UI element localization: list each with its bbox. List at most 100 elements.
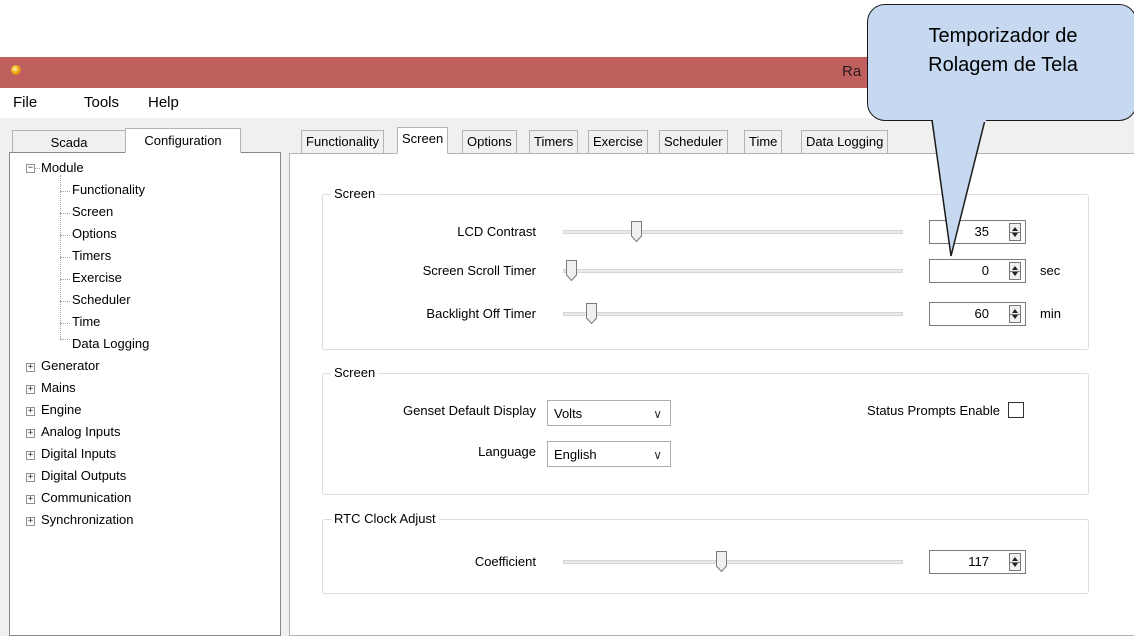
backlight-timer-label: Backlight Off Timer [426,306,536,321]
callout-joint [933,116,986,122]
tree-connector [60,257,70,258]
genset-display-label: Genset Default Display [403,403,536,418]
up-arrow-icon[interactable] [1012,266,1018,270]
scroll-timer-label: Screen Scroll Timer [422,263,536,278]
tree-item-data-logging[interactable]: Data Logging [72,336,149,351]
tree-item-analog-inputs[interactable]: Analog Inputs [41,424,121,439]
language-value: English [554,447,597,462]
menu-file[interactable]: File [13,94,37,111]
tab-scada[interactable]: Scada [12,130,126,153]
tree-item-module[interactable]: Module [41,160,84,175]
screen-tab-panel: Screen LCD Contrast 35 Screen Scroll Tim… [289,153,1134,636]
expand-icon[interactable]: + [26,363,35,372]
app-icon [11,65,21,75]
config-tree: − Module Functionality Screen Options Ti… [9,152,281,636]
tree-item-communication[interactable]: Communication [41,490,131,505]
expand-icon[interactable]: + [26,473,35,482]
down-arrow-icon[interactable] [1012,315,1018,319]
tree-item-timers[interactable]: Timers [72,248,111,263]
tree-connector [60,213,70,214]
scroll-timer-unit: sec [1040,263,1061,278]
backlight-timer-spinner[interactable]: 60 [929,302,1026,326]
tree-item-time[interactable]: Time [72,314,100,329]
spinner-buttons[interactable] [1009,262,1021,280]
lcd-contrast-slider[interactable] [631,221,643,242]
screen-display-groupbox: Screen [322,365,1089,495]
tree-connector [60,339,70,340]
group-title: RTC Clock Adjust [331,511,439,526]
chevron-down-icon: ∨ [653,448,662,462]
scroll-timer-track [563,269,903,273]
expand-icon[interactable]: + [26,385,35,394]
down-arrow-icon[interactable] [1012,233,1018,237]
expand-icon[interactable]: + [26,495,35,504]
chevron-down-icon: ∨ [653,407,662,421]
tab-functionality[interactable]: Functionality [301,130,384,154]
spinner-buttons[interactable] [1009,223,1021,241]
down-arrow-icon[interactable] [1012,563,1018,567]
tree-item-scheduler[interactable]: Scheduler [72,292,131,307]
lcd-contrast-label: LCD Contrast [457,224,536,239]
tree-item-digital-outputs[interactable]: Digital Outputs [41,468,126,483]
tree-item-screen[interactable]: Screen [72,204,113,219]
tree-item-functionality[interactable]: Functionality [72,182,145,197]
group-title: Screen [331,186,379,201]
spinner-buttons[interactable] [1009,305,1021,323]
callout-line-1: Temporizador de [928,25,1078,47]
expand-icon[interactable]: + [26,517,35,526]
backlight-timer-slider[interactable] [585,303,597,324]
up-arrow-icon[interactable] [1012,227,1018,231]
up-arrow-icon[interactable] [1012,309,1018,313]
tab-screen[interactable]: Screen [397,127,449,154]
scroll-timer-spinner[interactable]: 0 [929,259,1026,283]
tab-options[interactable]: Options [462,130,517,154]
menu-tools[interactable]: Tools [84,94,119,111]
coefficient-slider[interactable] [715,551,727,572]
tab-exercise[interactable]: Exercise [588,130,648,154]
status-prompts-label: Status Prompts Enable [867,403,1000,418]
tree-item-engine[interactable]: Engine [41,402,81,417]
expand-icon[interactable]: + [26,451,35,460]
backlight-timer-track [563,312,903,316]
status-prompts-checkbox[interactable] [1008,402,1024,418]
expand-icon[interactable]: + [26,407,35,416]
callout-text: Temporizador de Rolagem de Tela [887,22,1119,80]
language-label: Language [478,444,536,459]
tree-item-mains[interactable]: Mains [41,380,76,395]
lcd-contrast-spinner[interactable]: 35 [929,220,1026,244]
backlight-timer-value[interactable]: 60 [975,306,989,321]
genset-display-dropdown[interactable]: Volts ∨ [547,400,671,426]
genset-display-value: Volts [554,406,583,421]
tab-scheduler[interactable]: Scheduler [659,130,728,154]
tab-data-logging[interactable]: Data Logging [801,130,889,154]
expand-icon[interactable]: + [26,429,35,438]
tree-item-exercise[interactable]: Exercise [72,270,122,285]
lcd-contrast-value[interactable]: 35 [975,224,989,239]
tree-connector [60,323,70,324]
main-area: Scada Configuration − Module Functionali… [0,118,1134,636]
coefficient-label: Coefficient [474,554,536,569]
tab-timers[interactable]: Timers [529,130,579,154]
scroll-timer-slider[interactable] [566,260,577,281]
tab-configuration[interactable]: Configuration [125,128,241,153]
tree-connector [60,301,70,302]
callout-line-2: Rolagem de Tela [928,54,1078,76]
tree-item-digital-inputs[interactable]: Digital Inputs [41,446,116,461]
group-title: Screen [331,365,379,380]
tree-item-synchronization[interactable]: Synchronization [41,512,134,527]
tree-item-generator[interactable]: Generator [41,358,100,373]
tree-item-options[interactable]: Options [72,226,117,241]
tab-time[interactable]: Time [744,130,783,154]
language-dropdown[interactable]: English ∨ [547,441,671,467]
spinner-buttons[interactable] [1009,553,1021,571]
coefficient-spinner[interactable]: 117 [929,550,1026,574]
coefficient-track [563,560,903,564]
window-title: Ra [842,63,862,80]
scroll-timer-value[interactable]: 0 [982,263,989,278]
collapse-icon[interactable]: − [26,164,35,173]
menu-help[interactable]: Help [148,94,179,111]
down-arrow-icon[interactable] [1012,272,1018,276]
up-arrow-icon[interactable] [1012,557,1018,561]
lcd-contrast-track [563,230,903,234]
coefficient-value[interactable]: 117 [968,554,989,569]
